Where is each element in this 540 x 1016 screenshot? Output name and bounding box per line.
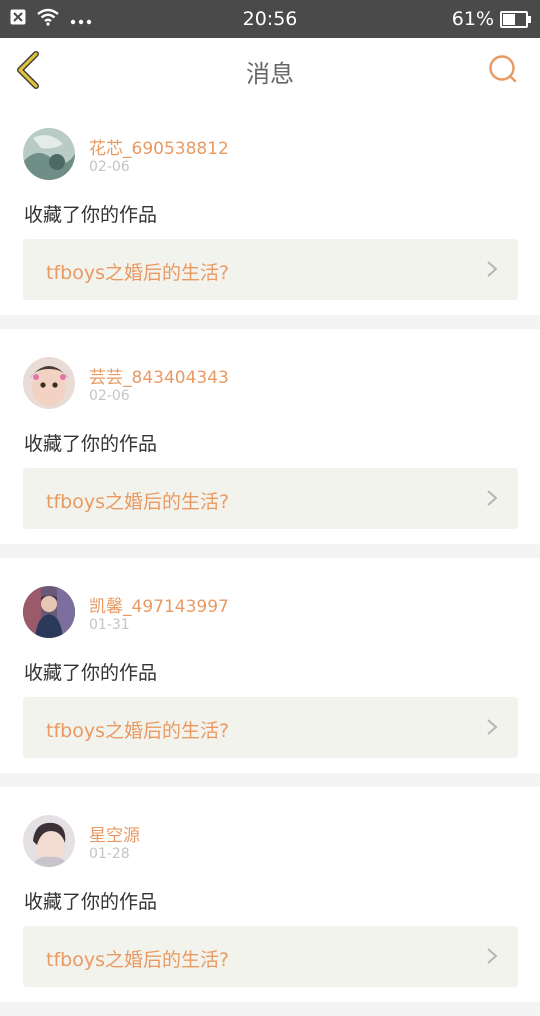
notification-card: 凯馨_497143997 01-31 收藏了你的作品 tfboys之婚后的生活? <box>0 558 540 773</box>
notification-action: 收藏了你的作品 <box>24 433 158 455</box>
work-title: tfboys之婚后的生活? <box>46 949 230 971</box>
notification-list: 花芯_690538812 02-06 收藏了你的作品 tfboys之婚后的生活?… <box>0 100 540 1016</box>
search-button[interactable] <box>488 54 518 84</box>
avatar[interactable] <box>23 128 75 180</box>
notification-date: 02-06 <box>89 388 130 404</box>
notification-card: 芸芸_843404343 02-06 收藏了你的作品 tfboys之婚后的生活? <box>0 329 540 544</box>
app-header: 消息 <box>0 38 540 101</box>
notification-card: 花芯_690538812 02-06 收藏了你的作品 tfboys之婚后的生活? <box>0 100 540 315</box>
work-link[interactable]: tfboys之婚后的生活? <box>23 697 518 758</box>
user-name[interactable]: 花芯_690538812 <box>89 134 229 159</box>
status-bar: 20:56 61% <box>0 0 540 38</box>
work-link[interactable]: tfboys之婚后的生活? <box>23 468 518 529</box>
notification-date: 01-31 <box>89 617 130 633</box>
work-link[interactable]: tfboys之婚后的生活? <box>23 926 518 987</box>
search-icon <box>489 55 517 83</box>
work-title: tfboys之婚后的生活? <box>46 720 230 742</box>
battery-icon <box>500 10 531 28</box>
user-name[interactable]: 星空源 <box>89 821 140 846</box>
avatar[interactable] <box>23 586 75 638</box>
user-name[interactable]: 凯馨_497143997 <box>89 592 229 617</box>
user-name[interactable]: 芸芸_843404343 <box>89 363 229 388</box>
status-icons-right: 61% <box>451 8 531 30</box>
notification-card: 星空源 01-28 收藏了你的作品 tfboys之婚后的生活? <box>0 787 540 1002</box>
chevron-right-icon <box>487 490 498 506</box>
notification-action: 收藏了你的作品 <box>24 891 158 913</box>
notification-date: 01-28 <box>89 846 130 862</box>
notification-action: 收藏了你的作品 <box>24 662 158 684</box>
battery-level <box>503 13 516 25</box>
work-title: tfboys之婚后的生活? <box>46 262 230 284</box>
chevron-right-icon <box>487 261 498 277</box>
work-link[interactable]: tfboys之婚后的生活? <box>23 239 518 300</box>
avatar[interactable] <box>23 357 75 409</box>
notification-action: 收藏了你的作品 <box>24 204 158 226</box>
battery-percentage: 61% <box>451 8 494 30</box>
notification-date: 02-06 <box>89 159 130 175</box>
chevron-right-icon <box>487 719 498 735</box>
chevron-right-icon <box>487 948 498 964</box>
page-title: 消息 <box>246 60 294 88</box>
work-title: tfboys之婚后的生活? <box>46 491 230 513</box>
avatar[interactable] <box>23 815 75 867</box>
